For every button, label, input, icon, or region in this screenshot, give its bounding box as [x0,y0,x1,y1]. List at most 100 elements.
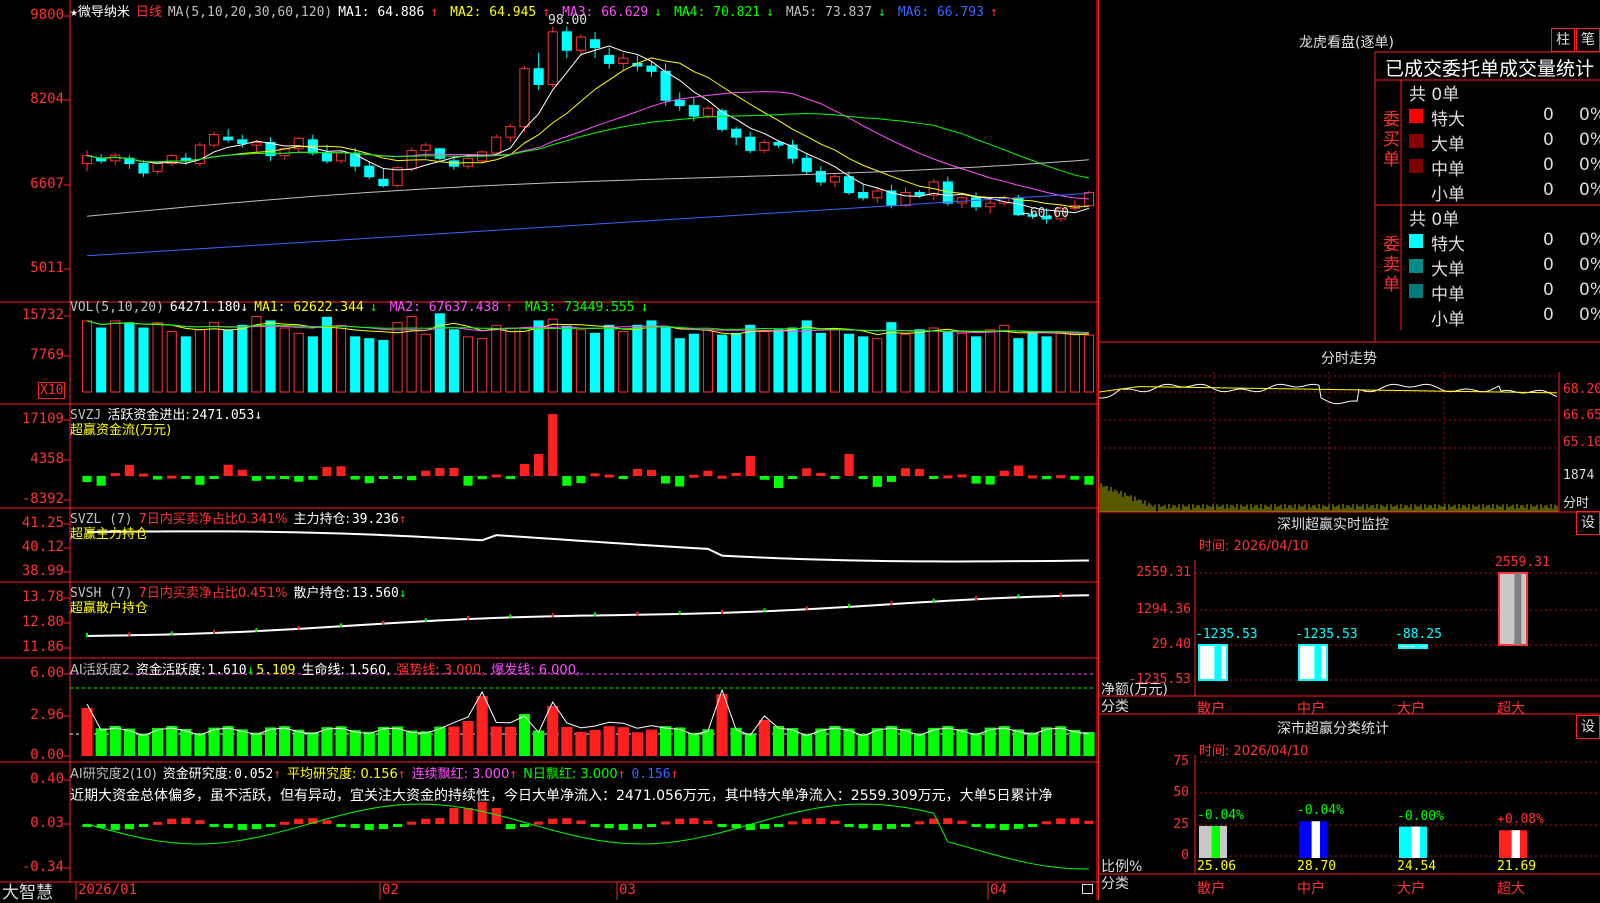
fund-flow-bar [167,475,177,479]
sc-stats-title: 深市超赢分类统计 [1277,721,1389,737]
volume-bar [900,333,911,393]
research-bar [999,824,1009,830]
sz-time: 时间: 2026/04/10 [1199,539,1309,554]
sc-settings-button[interactable]: 设 [1576,715,1600,739]
candle-body [237,139,248,145]
buy-title: 委买单 [1383,110,1400,170]
retail-tick [170,631,173,636]
intraday-tick-3: 1874 [1563,468,1595,483]
candle-body [491,136,502,154]
volume-bar [942,331,953,393]
volume-bar [420,333,431,393]
research-bar [421,818,431,824]
retail-tick [424,618,427,623]
retail-tick [382,620,385,625]
lock-icon[interactable] [1082,884,1093,894]
research-bar [124,824,134,830]
research-bar [618,824,628,830]
candle-body [731,128,742,138]
fund-flow-bar [844,454,854,476]
bar-mode-button[interactable]: 柱 [1551,28,1575,52]
vol-ma-value-2: MA2: 67637.438 ↑ [390,300,519,315]
volume-bar [505,327,516,393]
activity-bar [321,727,333,756]
retail-tick [932,598,935,603]
activity-bar [575,731,587,756]
fund-flow-bar [519,464,530,476]
fund-flow-bar [1027,475,1038,479]
y-tick-3-2: 38.99 [21,563,64,579]
fund-flow-bar [491,474,501,478]
candle-body [321,152,333,162]
ai2-cont-arrow: ↑ [509,767,518,782]
research-bar [576,820,586,824]
y-tick-2-1: 4358 [30,451,64,467]
retail-tick [636,611,639,616]
research-bar [773,824,784,827]
research-bar [265,824,276,827]
sell-row-label-3: 小单 [1431,310,1465,330]
volume-bar [1083,334,1095,393]
price-header: ★微导纳米 日线 MA(5,10,20,30,60,120) MA1: 64.886 ↑… [70,1,1016,20]
buy-row-label-0: 特大 [1431,110,1465,130]
retail-tick [128,632,131,637]
y-tick-1-0: 15732 [21,307,64,323]
activity-bar [970,732,982,756]
sc-chg-1: -0.04% [1297,803,1344,819]
fund-flow-bar [153,476,163,480]
activity-bar [476,696,488,756]
star-icon[interactable]: ★ [70,5,78,20]
ai2-name: 资金研究度: [162,767,233,782]
research-bar [378,824,388,830]
activity-bar [533,730,545,756]
volume-bar [589,332,601,393]
volume-bar [152,322,163,393]
activity-bar [914,733,926,756]
sc-ytick-0: 75 [1173,754,1189,769]
research-bar [689,818,699,824]
sz-bar-shade-1 [1314,645,1322,680]
y-tick-4-0: 13.78 [21,589,64,605]
fund-flow-bar [886,476,896,482]
research-bar [181,818,191,824]
fund-flow-bar [576,476,586,484]
sell-row-count-3: 0 [1543,305,1554,325]
volume-bar [561,325,572,393]
research-bar [661,821,671,825]
candle-body [519,68,530,128]
left-chart-area[interactable]: ★微导纳米 日线 MA(5,10,20,30,60,120) MA1: 64.886 ↑… [0,0,1098,903]
volume-bar [914,329,925,393]
sz-settings-button[interactable]: 设 [1576,511,1600,535]
research-bar [195,820,205,824]
tick-mode-button[interactable]: 笔 [1576,28,1600,52]
sc-bar-shade-2 [1411,826,1420,858]
vol-header: VOL(5,10,20) 64271.180↓ MA1: 62622.344 ↓ MA2… [70,300,666,315]
svzl-arrow: ↑ [398,512,407,527]
fund-flow-bar [590,473,600,477]
volume-bar [124,322,135,393]
fund-flow-bar [1070,476,1080,480]
activity-bar [928,727,940,756]
activity-bar [1083,732,1095,756]
vol-unit-button[interactable]: X10 [38,382,66,399]
fund-flow-bar [858,476,868,479]
candle-body [801,157,812,172]
fund-flow-bar [675,476,685,487]
sc-cat-2: 大户 [1397,881,1425,897]
period-label[interactable]: 日线 [136,5,162,20]
candle-body [420,144,431,151]
volume-bar [858,336,869,393]
sz-bar-label-2: -88.25 [1395,627,1442,642]
fund-flow-bar [181,476,191,479]
volume-bar [491,324,502,393]
vol-ma-value-1: MA1: 62622.344 ↓ [254,300,383,315]
activity-bar [815,728,827,756]
ai2-comment: 近期大资金总体偏多，虽不活跃，但有异动，宜关注大资金的持续性，今日大单净流入：2… [70,788,1053,804]
buy-row-count-2: 0 [1543,155,1554,175]
volume-bar [999,324,1010,393]
stats-tab[interactable]: 已成交委托单成交量统计 [1385,54,1594,81]
ma-arrow-6: ↑ [989,5,998,20]
x-label-apr: 04 [990,882,1007,898]
activity-bar [561,726,573,756]
fund-flow-bar [364,476,374,484]
